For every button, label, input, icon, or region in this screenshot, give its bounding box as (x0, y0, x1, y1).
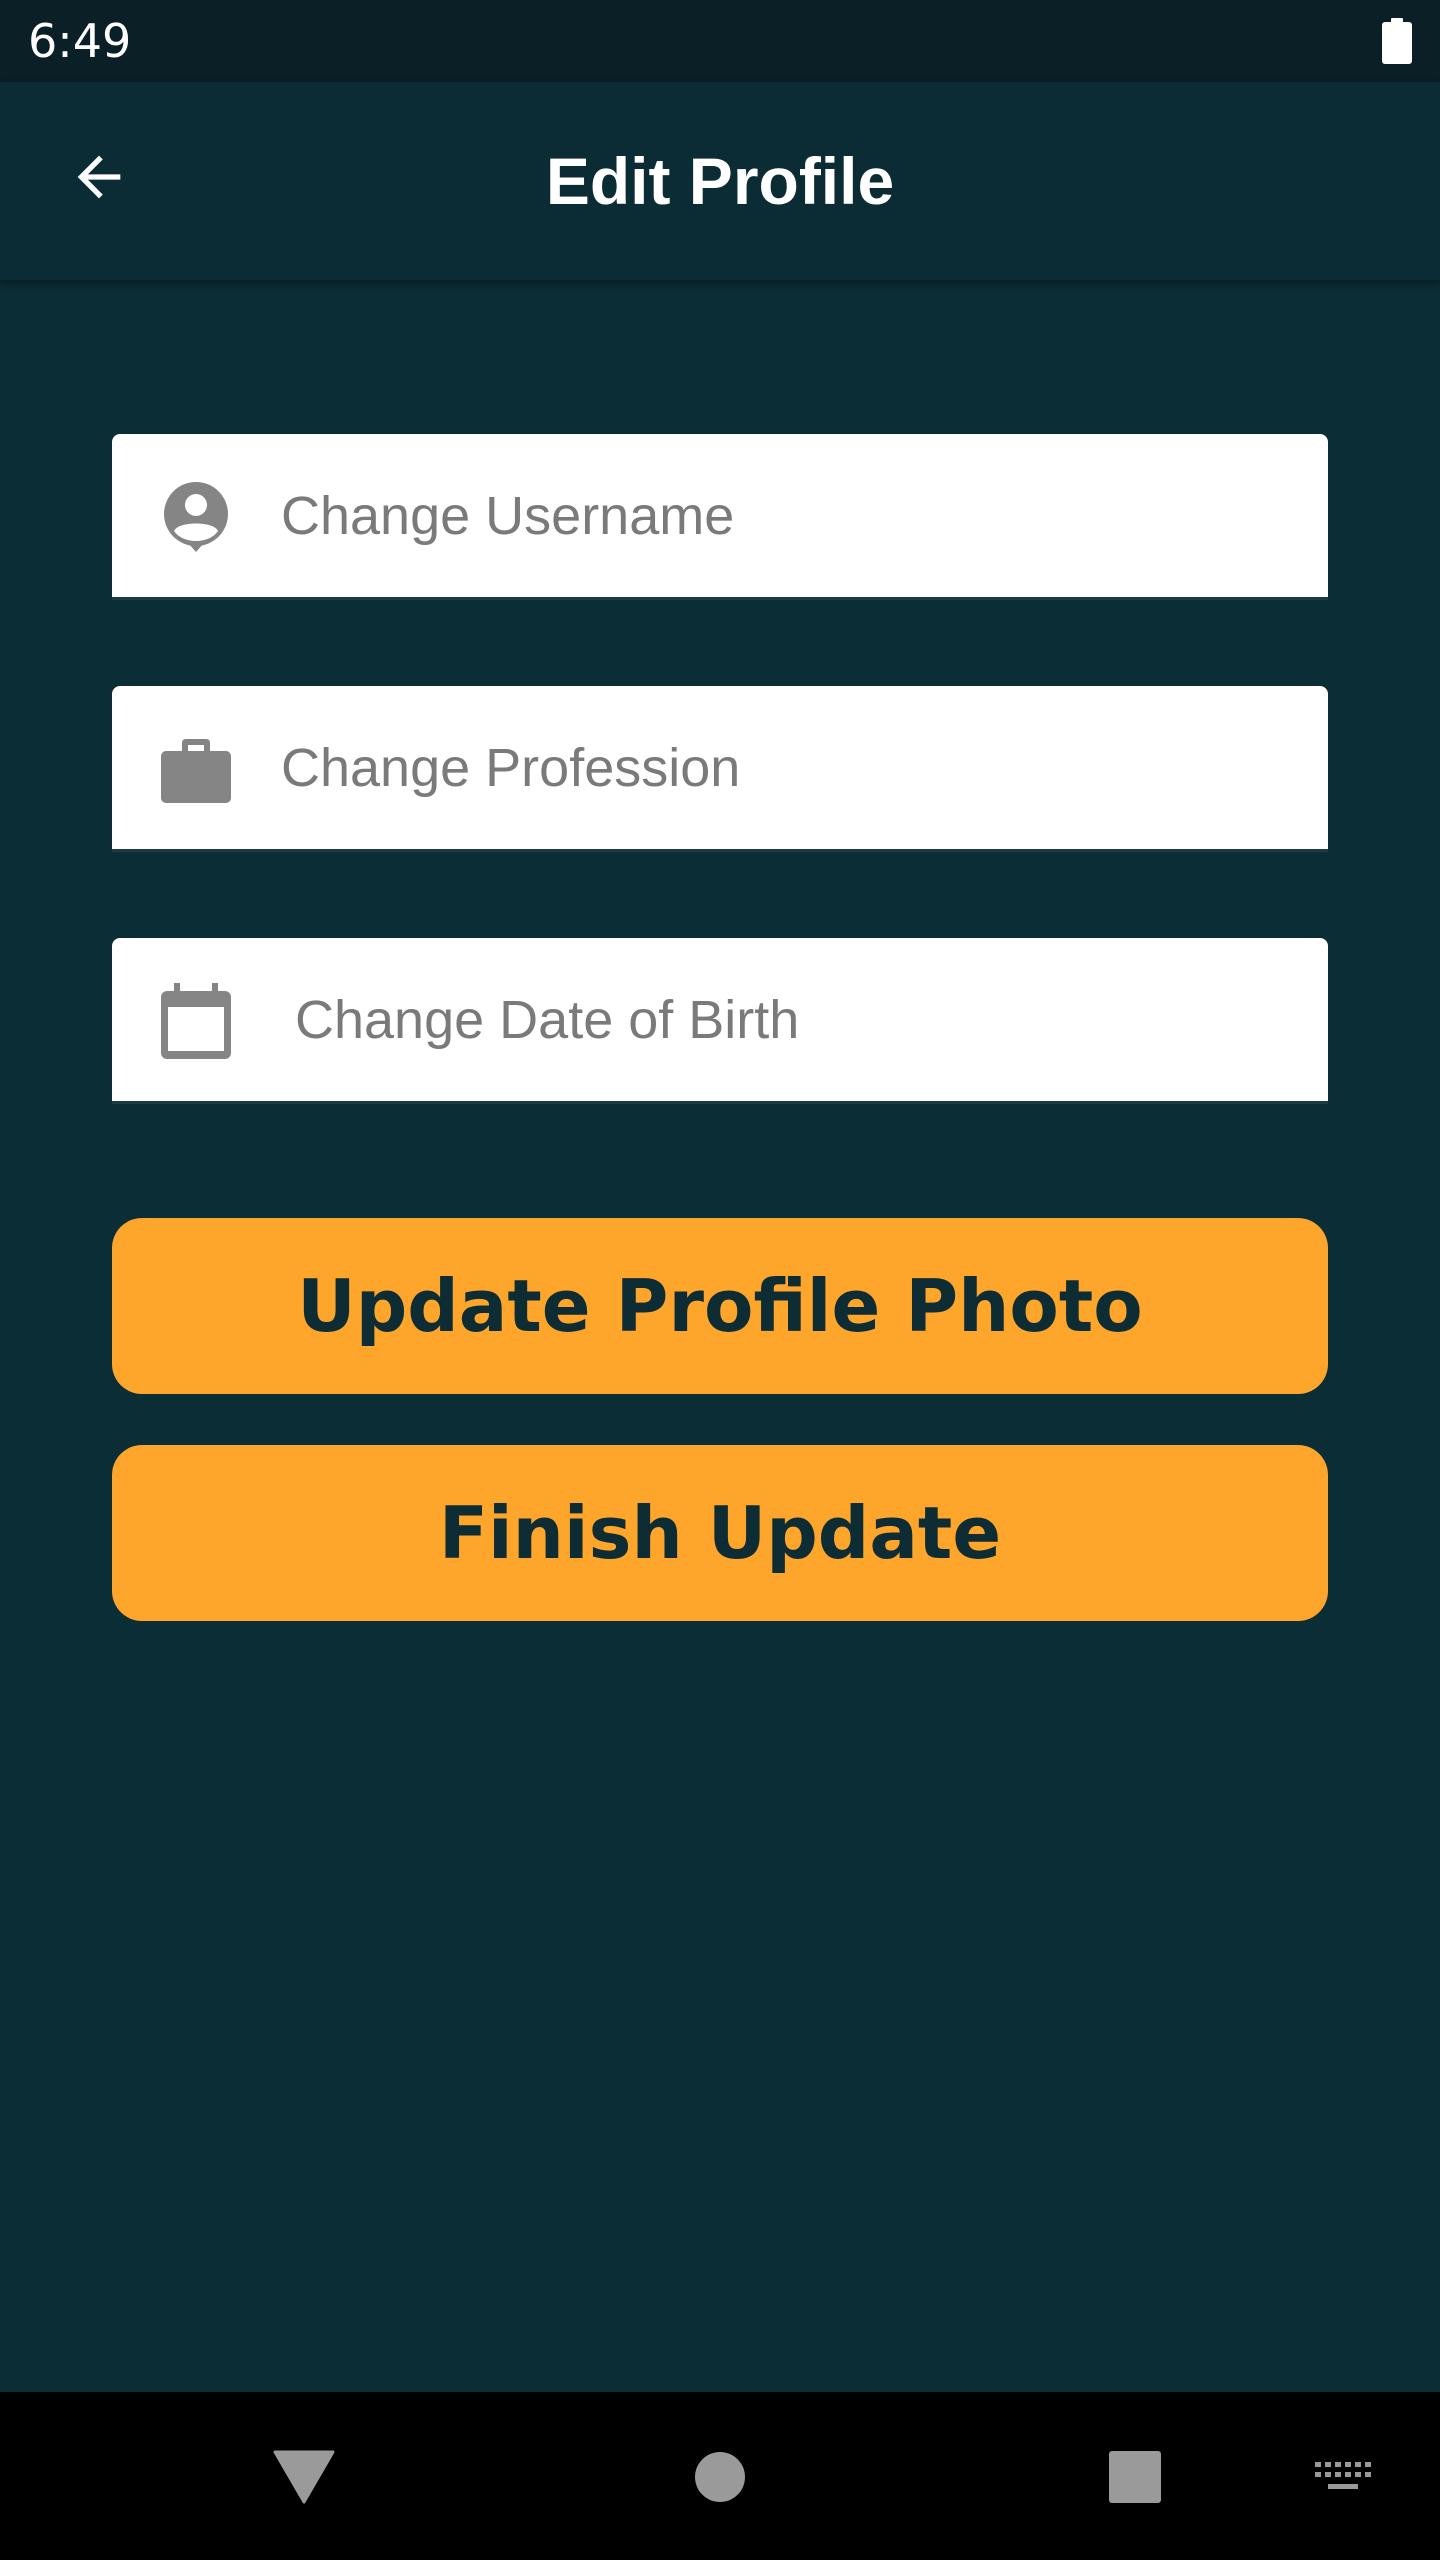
profession-placeholder: Change Profession (281, 737, 741, 798)
nav-recents-button[interactable] (1080, 2422, 1190, 2532)
status-time: 6:49 (28, 14, 132, 68)
back-button[interactable] (44, 122, 154, 232)
app-bar: Edit Profile (0, 82, 1440, 280)
keyboard-icon (1315, 2462, 1371, 2489)
profession-field[interactable]: Change Profession (112, 686, 1328, 852)
briefcase-icon (160, 733, 232, 805)
update-profile-photo-button[interactable]: Update Profile Photo (112, 1218, 1328, 1394)
username-placeholder: Change Username (281, 485, 735, 546)
status-bar: 6:49 (0, 0, 1440, 82)
nav-home-button[interactable] (665, 2422, 775, 2532)
username-field[interactable]: Change Username (112, 434, 1328, 600)
account-circle-icon (160, 481, 232, 553)
date-of-birth-field[interactable]: Change Date of Birth (112, 938, 1328, 1104)
battery-icon (1382, 18, 1412, 64)
finish-update-button[interactable]: Finish Update (112, 1445, 1328, 1621)
calendar-icon (160, 983, 232, 1059)
navigation-bar (0, 2392, 1440, 2560)
keyboard-button[interactable] (1288, 2422, 1398, 2532)
page-title: Edit Profile (545, 144, 895, 218)
square-recents-icon (1109, 2451, 1161, 2503)
circle-home-icon (695, 2452, 745, 2502)
triangle-back-icon (273, 2450, 335, 2504)
nav-back-button[interactable] (249, 2422, 359, 2532)
date-of-birth-placeholder: Change Date of Birth (295, 989, 800, 1050)
arrow-back-icon (77, 155, 121, 199)
